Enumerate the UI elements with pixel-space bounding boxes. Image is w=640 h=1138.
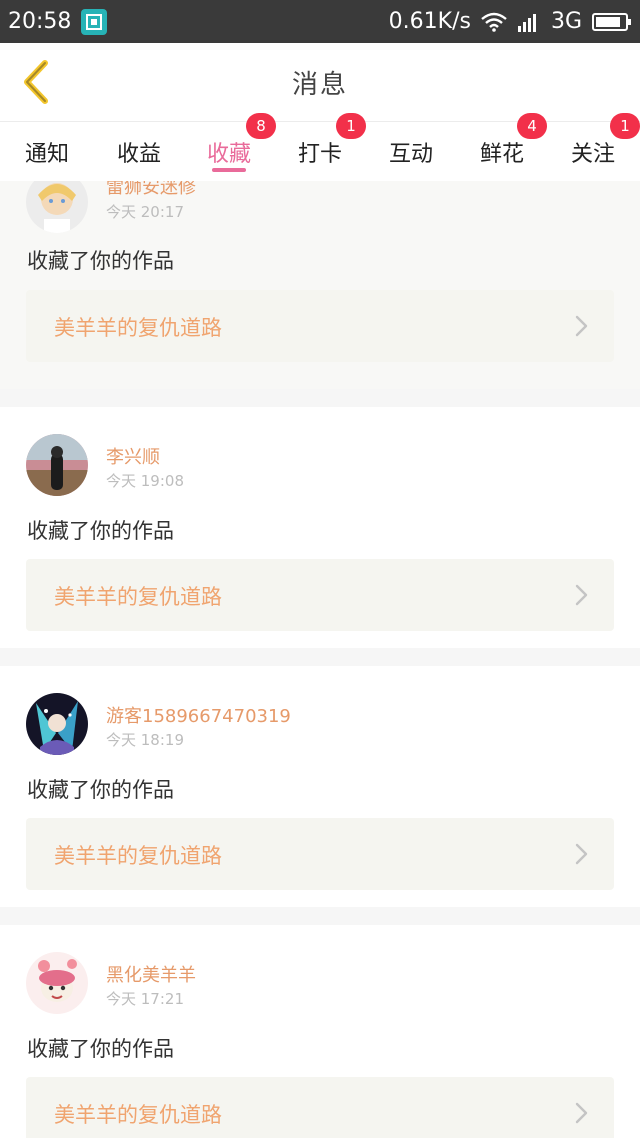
unread-badge: 4 <box>517 113 547 139</box>
tab-notifications[interactable]: 通知 <box>18 122 76 182</box>
message-time: 今天 19:08 <box>106 472 184 490</box>
message-card: 李兴顺 今天 19:08 收藏了你的作品 美羊羊的复仇道路 <box>0 407 640 648</box>
message-action: 收藏了你的作品 <box>27 519 174 543</box>
message-tabs: 通知 收益 收藏 8 打卡 1 互动 鲜花 4 关注 1 <box>0 113 640 182</box>
tab-label: 互动 <box>388 142 433 167</box>
chevron-left-icon <box>24 60 48 104</box>
work-title: 美羊羊的复仇道路 <box>54 585 222 609</box>
header: 消息 <box>0 43 640 121</box>
tab-favorites[interactable]: 收藏 8 <box>198 113 276 182</box>
tab-follows[interactable]: 关注 1 <box>562 113 640 182</box>
tab-label: 关注 <box>570 142 615 167</box>
avatar[interactable] <box>26 952 88 1014</box>
unread-badge: 8 <box>246 113 276 139</box>
work-link[interactable]: 美羊羊的复仇道路 <box>26 290 614 362</box>
work-title: 美羊羊的复仇道路 <box>54 1103 222 1127</box>
message-card: 游客1589667470319 今天 18:19 收藏了你的作品 美羊羊的复仇道… <box>0 666 640 907</box>
tab-flowers[interactable]: 鲜花 4 <box>471 113 547 182</box>
username[interactable]: 黑化美羊羊 <box>106 961 196 987</box>
active-tab-indicator <box>212 168 246 172</box>
status-bar: 20:58 0.61K/s 3G <box>0 0 640 43</box>
status-time: 20:58 <box>8 9 72 34</box>
message-action: 收藏了你的作品 <box>27 1037 174 1061</box>
tab-label: 鲜花 <box>479 142 524 167</box>
unread-badge: 1 <box>610 113 640 139</box>
work-link[interactable]: 美羊羊的复仇道路 <box>26 818 614 890</box>
username[interactable]: 游客1589667470319 <box>106 702 291 728</box>
chevron-right-icon <box>575 1102 588 1124</box>
signal-icon <box>517 12 541 32</box>
tab-label: 通知 <box>24 142 69 167</box>
message-card: 雷狮安迷修 今天 20:17 收藏了你的作品 美羊羊的复仇道路 <box>0 181 640 389</box>
tab-label: 打卡 <box>297 142 342 167</box>
tab-earnings[interactable]: 收益 <box>108 122 170 182</box>
screenshot-app-icon <box>81 8 108 35</box>
message-card: 黑化美羊羊 今天 17:21 收藏了你的作品 美羊羊的复仇道路 <box>0 925 640 1138</box>
chevron-right-icon <box>575 584 588 606</box>
message-list[interactable]: 雷狮安迷修 今天 20:17 收藏了你的作品 美羊羊的复仇道路 李兴顺 今天 1… <box>0 181 640 1138</box>
network-type: 3G <box>550 9 582 34</box>
wifi-icon <box>481 12 507 32</box>
work-title: 美羊羊的复仇道路 <box>54 844 222 868</box>
message-time: 今天 17:21 <box>106 990 184 1008</box>
work-title: 美羊羊的复仇道路 <box>54 316 222 340</box>
chevron-right-icon <box>575 315 588 337</box>
avatar[interactable] <box>26 434 88 496</box>
username[interactable]: 李兴顺 <box>106 443 160 469</box>
tab-interactions[interactable]: 互动 <box>380 122 442 182</box>
message-action: 收藏了你的作品 <box>27 249 174 273</box>
work-link[interactable]: 美羊羊的复仇道路 <box>26 1077 614 1138</box>
message-time: 今天 18:19 <box>106 731 184 749</box>
message-action: 收藏了你的作品 <box>27 778 174 802</box>
back-button[interactable] <box>16 57 56 107</box>
network-speed: 0.61K/s <box>388 9 471 34</box>
avatar[interactable] <box>26 181 88 233</box>
unread-badge: 1 <box>336 113 366 139</box>
tab-label: 收益 <box>116 142 161 167</box>
work-link[interactable]: 美羊羊的复仇道路 <box>26 559 614 631</box>
message-time: 今天 20:17 <box>106 203 184 221</box>
page-title: 消息 <box>291 69 348 100</box>
battery-icon <box>592 12 632 32</box>
tab-label: 收藏 <box>206 142 251 167</box>
username[interactable]: 雷狮安迷修 <box>106 181 196 199</box>
chevron-right-icon <box>575 843 588 865</box>
tab-checkin[interactable]: 打卡 1 <box>289 113 366 182</box>
avatar[interactable] <box>26 693 88 755</box>
